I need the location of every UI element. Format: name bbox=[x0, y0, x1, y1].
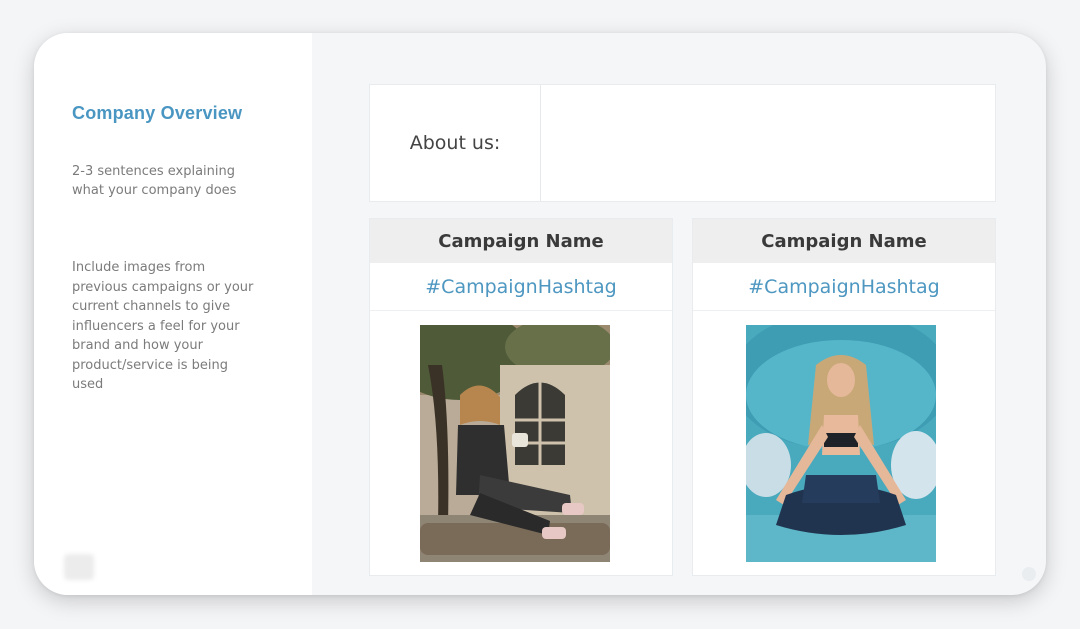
scroll-indicator[interactable] bbox=[1022, 567, 1036, 581]
woman-meditating-yoga-photo bbox=[746, 325, 936, 562]
campaign-card-2: Campaign Name #CampaignHashtag bbox=[692, 218, 996, 576]
campaign-hashtag: #CampaignHashtag bbox=[693, 263, 995, 311]
about-box: About us: bbox=[369, 84, 996, 202]
woman-meditating-yoga-photo-art bbox=[746, 325, 936, 562]
panel-description: 2-3 sentences explaining what your compa… bbox=[72, 164, 237, 198]
right-panel: About us: Campaign Name #CampaignHashtag bbox=[312, 33, 1046, 595]
campaign-name: Campaign Name bbox=[693, 219, 995, 263]
blurred-logo-icon bbox=[64, 554, 94, 580]
left-panel: Company Overview 2-3 sentences explainin… bbox=[34, 33, 312, 595]
woman-sitting-on-log-photo-art bbox=[420, 325, 610, 562]
campaign-name: Campaign Name bbox=[370, 219, 672, 263]
panel-note: Include images from previous campaigns o… bbox=[72, 260, 254, 392]
about-label: About us: bbox=[370, 85, 541, 201]
slide: Company Overview 2-3 sentences explainin… bbox=[34, 33, 1046, 595]
about-content-field[interactable] bbox=[541, 85, 995, 201]
campaign-hashtag: #CampaignHashtag bbox=[370, 263, 672, 311]
campaign-card-1: Campaign Name #CampaignHashtag bbox=[369, 218, 673, 576]
woman-sitting-on-log-photo bbox=[420, 325, 610, 562]
panel-title: Company Overview bbox=[72, 103, 243, 123]
